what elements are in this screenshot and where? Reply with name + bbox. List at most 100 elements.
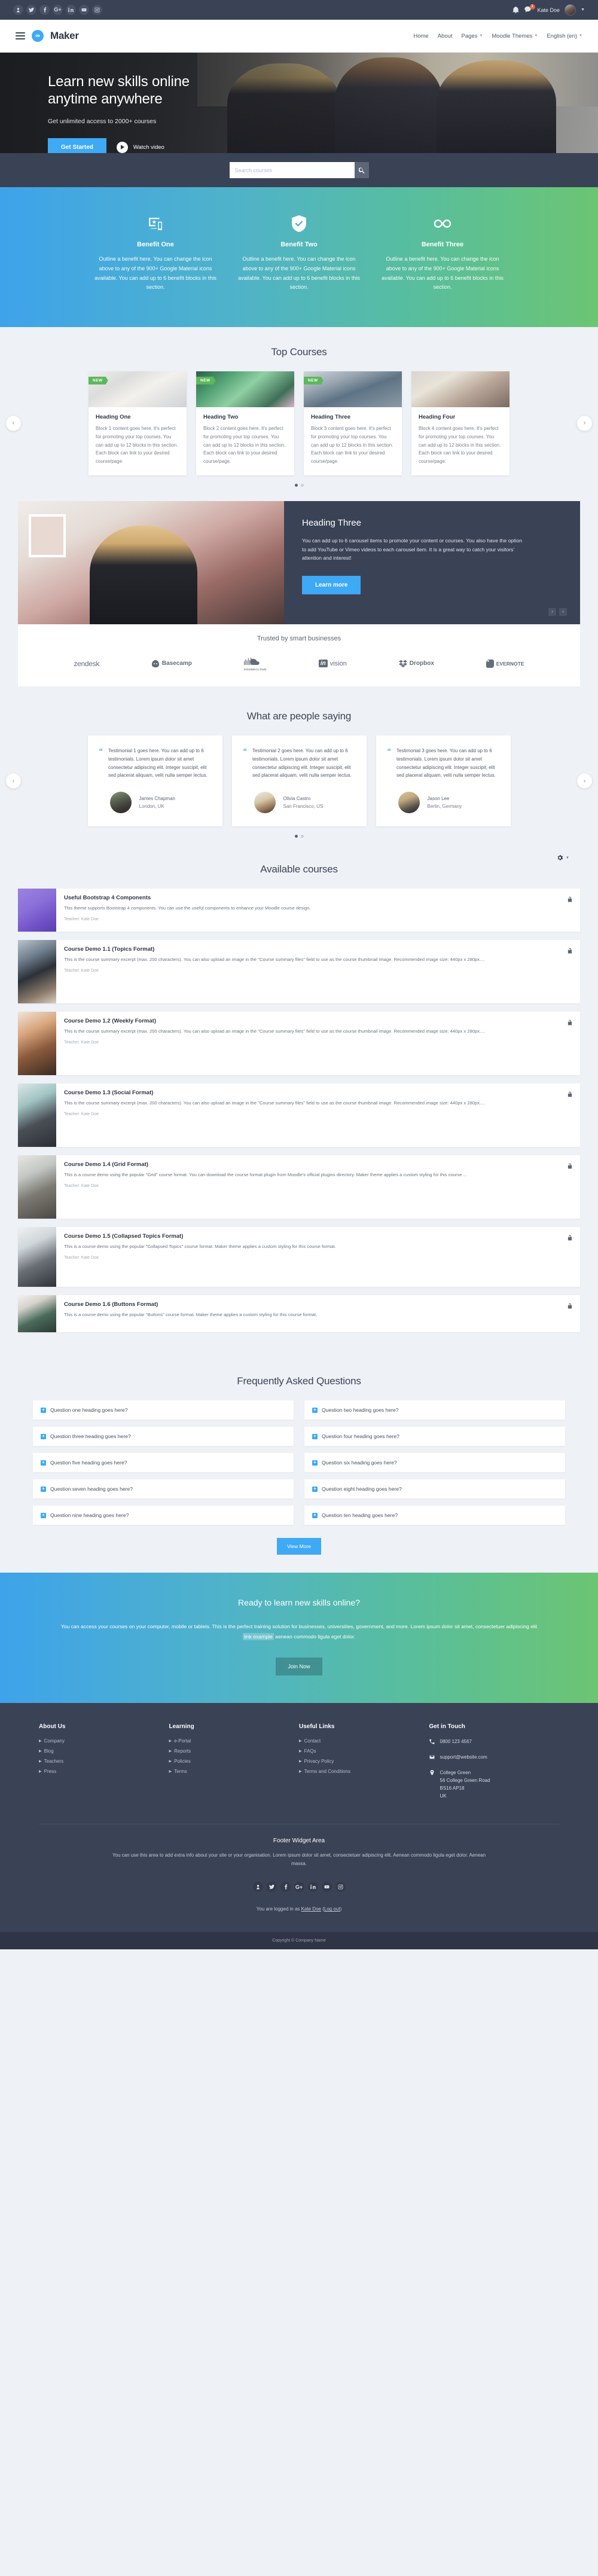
unlock-icon[interactable] [568, 1301, 572, 1312]
unlock-icon[interactable] [568, 1018, 572, 1028]
nav-item-pages[interactable]: Pages ▼ [462, 33, 483, 39]
unlock-icon[interactable] [568, 1089, 572, 1100]
footer-link[interactable]: ▶ Contact [299, 1738, 429, 1744]
view-more-button[interactable]: View More [277, 1538, 321, 1555]
logout-link[interactable]: Log out [324, 1906, 340, 1912]
messages-icon[interactable]: 1 [524, 4, 535, 14]
brand-name[interactable]: Maker [50, 30, 79, 42]
unlock-icon[interactable] [568, 1161, 572, 1172]
faq-item[interactable]: + Question one heading goes here? [33, 1400, 294, 1420]
linkedin-icon[interactable] [307, 1882, 318, 1893]
course-list-item[interactable]: Useful Bootstrap 4 Components This theme… [18, 889, 580, 932]
footer-link[interactable]: ▶ Reports [169, 1748, 300, 1754]
moodle-icon[interactable] [13, 5, 23, 15]
course-title[interactable]: Course Demo 1.4 (Grid Format) [64, 1161, 560, 1168]
footer-link[interactable]: ▶ e-Portal [169, 1738, 300, 1744]
course-title[interactable]: Course Demo 1.3 (Social Format) [64, 1089, 560, 1096]
instagram-icon[interactable] [335, 1882, 346, 1893]
watch-video-button[interactable]: Watch video [116, 141, 164, 153]
chevron-down-icon[interactable]: ▼ [581, 8, 585, 12]
youtube-icon[interactable] [321, 1882, 332, 1893]
course-list-item[interactable]: Course Demo 1.5 (Collapsed Topics Format… [18, 1227, 580, 1287]
learn-more-button[interactable]: Learn more [302, 576, 361, 595]
carousel-prev-button[interactable]: ‹ [6, 416, 21, 431]
instagram-icon[interactable] [92, 5, 102, 15]
course-card[interactable]: NEW Heading One Block 1 content goes her… [89, 371, 187, 475]
profile-link[interactable]: Kate Doe [301, 1906, 321, 1912]
footer-link[interactable]: ▶ Company [39, 1738, 169, 1744]
contact-phone[interactable]: 0800 123 4567 [429, 1738, 560, 1746]
moodle-icon[interactable] [252, 1882, 263, 1893]
contact-email[interactable]: support@website.com [429, 1754, 560, 1762]
google-plus-icon[interactable]: G+ [53, 5, 63, 15]
footer-link[interactable]: ▶ Teachers [39, 1759, 169, 1764]
caret-right-icon: ▶ [169, 1749, 172, 1753]
nav-item-about[interactable]: About [438, 33, 453, 39]
twitter-icon[interactable] [266, 1882, 277, 1893]
faq-item[interactable]: + Question four heading goes here? [304, 1427, 565, 1446]
google-plus-icon[interactable]: G+ [294, 1882, 304, 1893]
course-title[interactable]: Course Demo 1.1 (Topics Format) [64, 946, 560, 953]
get-started-button[interactable]: Get Started [48, 138, 106, 153]
unlock-icon[interactable] [568, 946, 572, 957]
footer-link[interactable]: ▶ Policies [169, 1759, 300, 1764]
carousel-dot[interactable] [300, 835, 304, 838]
course-card[interactable]: NEW Heading Three Block 3 content goes h… [304, 371, 402, 475]
footer-link[interactable]: ▶ Terms [169, 1769, 300, 1774]
carousel-dot[interactable] [294, 483, 298, 487]
footer-link[interactable]: ▶ Press [39, 1769, 169, 1774]
faq-item[interactable]: + Question eight heading goes here? [304, 1479, 565, 1499]
course-list-item[interactable]: Course Demo 1.2 (Weekly Format) This is … [18, 1012, 580, 1076]
unlock-icon[interactable] [568, 1233, 572, 1244]
footer-link[interactable]: ▶ Privacy Policy [299, 1759, 429, 1764]
avatar[interactable] [565, 4, 576, 16]
course-card[interactable]: Heading Four Block 4 content goes here. … [411, 371, 509, 475]
faq-item[interactable]: + Question two heading goes here? [304, 1400, 565, 1420]
faq-item[interactable]: + Question nine heading goes here? [33, 1506, 294, 1525]
faq-item[interactable]: + Question seven heading goes here? [33, 1479, 294, 1499]
course-list-item[interactable]: Course Demo 1.3 (Social Format) This is … [18, 1083, 580, 1147]
faq-item[interactable]: + Question ten heading goes here? [304, 1506, 565, 1525]
linkedin-icon[interactable] [66, 5, 76, 15]
footer-link[interactable]: ▶ FAQs [299, 1748, 429, 1754]
facebook-icon[interactable] [280, 1882, 291, 1893]
facebook-icon[interactable] [39, 5, 50, 15]
course-list-item[interactable]: Course Demo 1.6 (Buttons Format) This is… [18, 1295, 580, 1333]
testimonial-next-button[interactable]: › [577, 773, 592, 789]
search-button[interactable] [354, 162, 369, 178]
nav-item-moodle-themes[interactable]: Moodle Themes ▼ [492, 33, 538, 39]
faq-item[interactable]: + Question three heading goes here? [33, 1427, 294, 1446]
carousel-next-button[interactable]: › [577, 416, 592, 431]
course-title[interactable]: Useful Bootstrap 4 Components [64, 895, 560, 901]
notifications-bell-icon[interactable] [512, 6, 520, 14]
promo-prev-button[interactable]: ‹ [548, 608, 556, 616]
course-title[interactable]: Course Demo 1.5 (Collapsed Topics Format… [64, 1233, 560, 1240]
course-list-item[interactable]: Course Demo 1.4 (Grid Format) This is a … [18, 1155, 580, 1219]
search-input[interactable] [229, 162, 355, 178]
wall-frame [29, 514, 66, 557]
footer-link[interactable]: ▶ Terms and Conditions [299, 1769, 429, 1774]
footer-link[interactable]: ▶ Blog [39, 1748, 169, 1754]
faq-item[interactable]: + Question six heading goes here? [304, 1453, 565, 1473]
youtube-icon[interactable] [79, 5, 89, 15]
course-settings-menu[interactable]: ▼ [18, 846, 580, 861]
carousel-dot[interactable] [300, 483, 304, 487]
promo-next-button[interactable]: › [559, 608, 567, 616]
twitter-icon[interactable] [26, 5, 36, 15]
nav-item-home[interactable]: Home [413, 33, 428, 39]
join-now-button[interactable]: Join Now [276, 1657, 322, 1675]
logo-icon[interactable]: ∞ [32, 30, 44, 42]
course-card[interactable]: NEW Heading Two Block 2 content goes her… [196, 371, 294, 475]
user-name[interactable]: Kate Doe [538, 7, 560, 13]
cta-link[interactable]: link example [243, 1633, 274, 1641]
carousel-dot[interactable] [294, 835, 298, 838]
unlock-icon[interactable] [568, 895, 572, 905]
testimonial-prev-button[interactable]: ‹ [6, 773, 21, 789]
course-title[interactable]: Course Demo 1.6 (Buttons Format) [64, 1301, 560, 1308]
faq-item[interactable]: + Question five heading goes here? [33, 1453, 294, 1473]
hamburger-menu-icon[interactable] [16, 32, 25, 39]
nav-item-language[interactable]: English (en) ▼ [547, 33, 582, 39]
course-title[interactable]: Course Demo 1.2 (Weekly Format) [64, 1018, 560, 1024]
course-list-item[interactable]: Course Demo 1.1 (Topics Format) This is … [18, 940, 580, 1004]
chevron-down-icon[interactable]: ▼ [566, 856, 569, 860]
